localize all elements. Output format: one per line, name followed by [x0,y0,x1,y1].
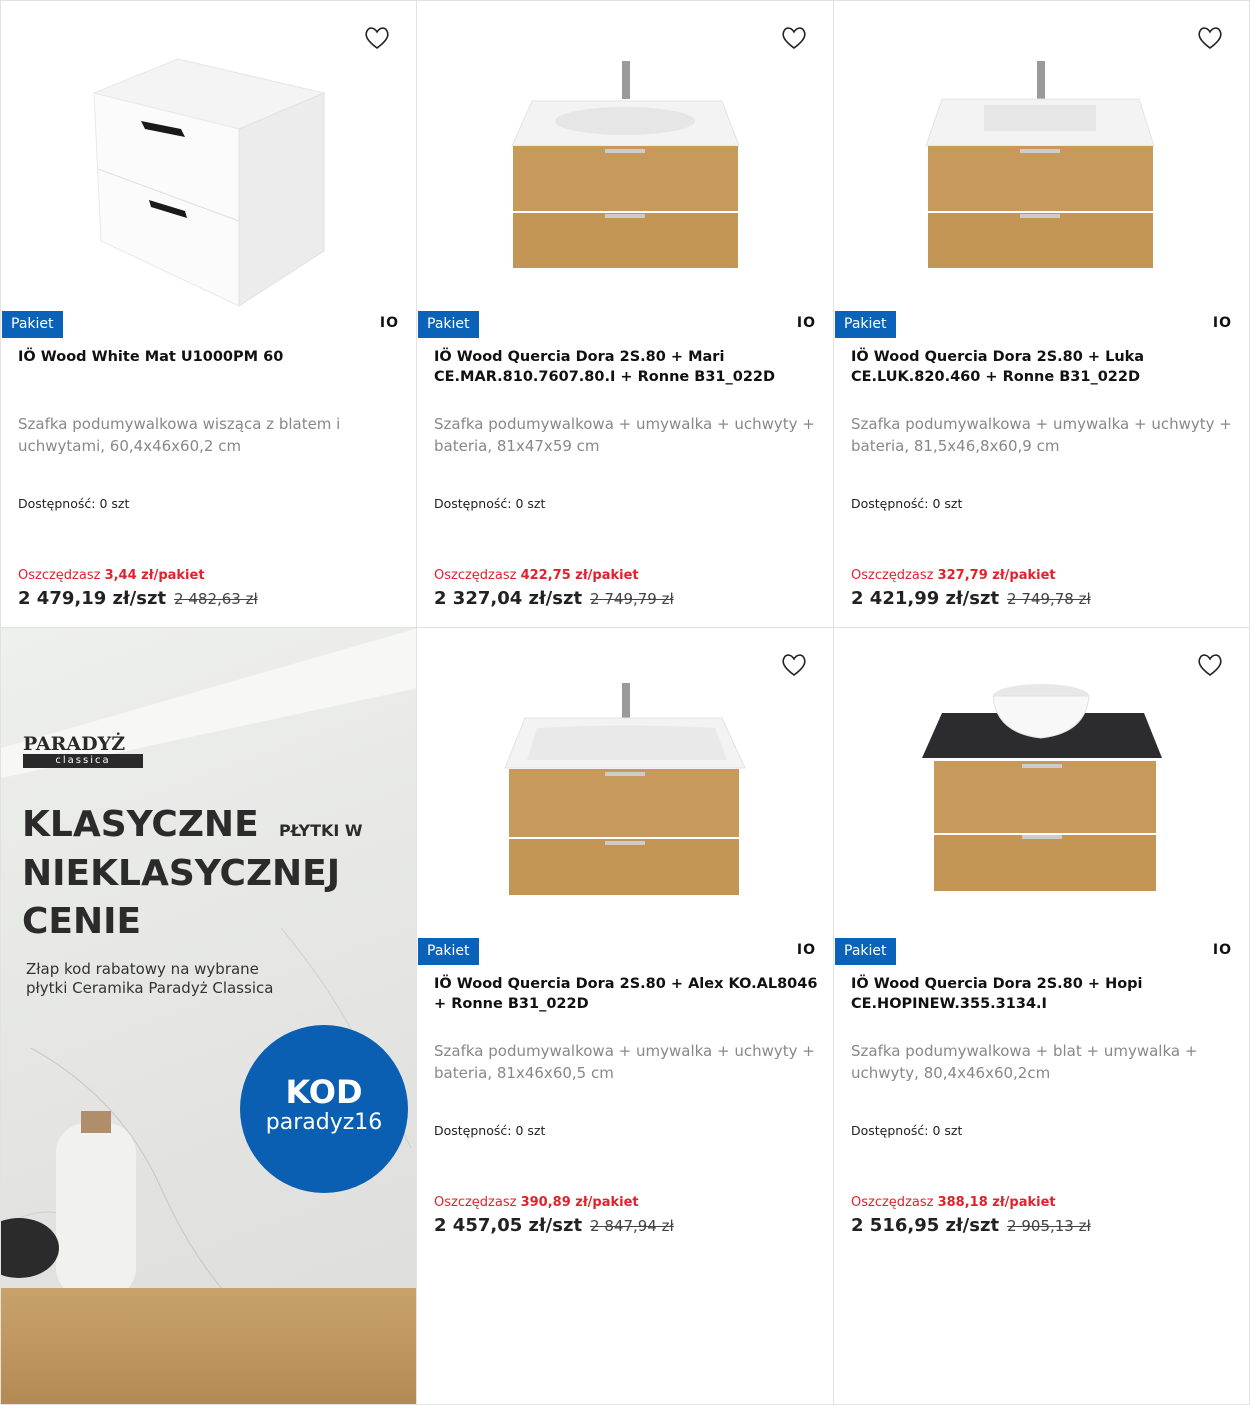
savings-amount: 388,18 zł/pakiet [937,1195,1056,1210]
product-title[interactable]: IÖ Wood Quercia Dora 2S.80 + Hopi CE.HOP… [851,974,1235,1014]
product-title[interactable]: IÖ Wood Quercia Dora 2S.80 + Mari CE.MAR… [434,347,819,387]
old-price: 2 847,94 zł [590,1217,674,1235]
promo-banner[interactable]: PARADYŻ classica KLASYCZNE PŁYTKI W NIEK… [0,627,417,1405]
product-image[interactable] [834,628,1249,938]
savings: Oszczędzasz 327,79 zł/pakiet [851,568,1056,583]
availability: Dostępność: 0 szt [434,1123,545,1138]
savings-label: Oszczędzasz [434,568,517,583]
availability-label: Dostępność: [434,1123,512,1138]
availability-value: 0 szt [99,496,130,511]
availability-value: 0 szt [515,496,546,511]
price: 2 457,05 zł/szt [434,1215,583,1236]
brand-logo: IO [796,942,816,958]
price-row: 2 479,19 zł/szt 2 482,63 zł [18,588,258,609]
paradyz-logo-sub: classica [23,754,143,768]
banner-subtitle: Złap kod rabatowy na wybrane płytki Cera… [26,960,274,997]
banner-headline-2: NIEKLASYCZNEJ [22,853,341,894]
price: 2 327,04 zł/szt [434,588,583,609]
banner-headline-1-small: PŁYTKI W [279,821,363,840]
package-badge: Pakiet [835,311,896,338]
price-row: 2 516,95 zł/szt 2 905,13 zł [851,1215,1091,1236]
savings-amount: 327,79 zł/pakiet [937,568,1056,583]
availability: Dostępność: 0 szt [851,496,962,511]
product-image[interactable] [834,1,1249,311]
brand-logo: IO [1212,942,1232,958]
product-description: Szafka podumywalkowa + umywalka + uchwyt… [434,415,815,455]
product-card[interactable]: Pakiet IO IÖ Wood White Mat U1000PM 60 S… [0,0,417,628]
savings-label: Oszczędzasz [851,1195,934,1210]
price: 2 421,99 zł/szt [851,588,1000,609]
brand-logo: IO [796,315,816,331]
product-grid: Pakiet IO IÖ Wood White Mat U1000PM 60 S… [0,0,1250,1405]
availability: Dostępność: 0 szt [18,496,129,511]
availability-label: Dostępność: [434,496,512,511]
savings-amount: 422,75 zł/pakiet [520,568,639,583]
price-row: 2 327,04 zł/szt 2 749,79 zł [434,588,674,609]
availability-value: 0 szt [932,1123,963,1138]
savings: Oszczędzasz 388,18 zł/pakiet [851,1195,1056,1210]
availability-value: 0 szt [515,1123,546,1138]
product-title[interactable]: IÖ Wood Quercia Dora 2S.80 + Alex KO.AL8… [434,974,819,1014]
promo-code-label: KOD [285,1073,363,1111]
savings-label: Oszczędzasz [434,1195,517,1210]
savings-label: Oszczędzasz [18,568,101,583]
wood-shelf [1,1288,416,1404]
price-row: 2 457,05 zł/szt 2 847,94 zł [434,1215,674,1236]
price: 2 516,95 zł/szt [851,1215,1000,1236]
product-image[interactable] [1,1,416,311]
product-description: Szafka podumywalkowa wisząca z blatem i … [18,415,341,455]
availability: Dostępność: 0 szt [434,496,545,511]
product-title[interactable]: IÖ Wood White Mat U1000PM 60 [18,347,402,367]
package-badge: Pakiet [418,311,479,338]
savings: Oszczędzasz 3,44 zł/pakiet [18,568,205,583]
old-price: 2 749,78 zł [1007,590,1091,608]
old-price: 2 749,79 zł [590,590,674,608]
price: 2 479,19 zł/szt [18,588,167,609]
package-badge: Pakiet [2,311,63,338]
savings-label: Oszczędzasz [851,568,934,583]
product-description: Szafka podumywalkowa + blat + umywalka +… [851,1042,1198,1082]
savings: Oszczędzasz 422,75 zł/pakiet [434,568,639,583]
availability-label: Dostępność: [851,496,929,511]
price-row: 2 421,99 zł/szt 2 749,78 zł [851,588,1091,609]
product-description: Szafka podumywalkowa + umywalka + uchwyt… [851,415,1232,455]
banner-headline-1: KLASYCZNE [22,804,259,845]
product-image[interactable] [417,628,833,938]
product-card[interactable]: Pakiet IO IÖ Wood Quercia Dora 2S.80 + A… [416,627,834,1405]
product-description: Szafka podumywalkowa + umywalka + uchwyt… [434,1042,815,1082]
product-title[interactable]: IÖ Wood Quercia Dora 2S.80 + Luka CE.LUK… [851,347,1235,387]
availability-value: 0 szt [932,496,963,511]
product-card[interactable]: Pakiet IO IÖ Wood Quercia Dora 2S.80 + H… [833,627,1250,1405]
savings: Oszczędzasz 390,89 zł/pakiet [434,1195,639,1210]
availability: Dostępność: 0 szt [851,1123,962,1138]
old-price: 2 482,63 zł [174,590,258,608]
package-badge: Pakiet [418,938,479,965]
savings-amount: 390,89 zł/pakiet [520,1195,639,1210]
banner-headline-3: CENIE [22,901,142,942]
promo-code-circle[interactable]: KOD paradyz16 [240,1025,408,1193]
brand-logo: IO [1212,315,1232,331]
savings-amount: 3,44 zł/pakiet [104,568,205,583]
product-card[interactable]: Pakiet IO IÖ Wood Quercia Dora 2S.80 + L… [833,0,1250,628]
availability-label: Dostępność: [18,496,96,511]
promo-code-value: paradyz16 [265,1110,383,1135]
product-card[interactable]: Pakiet IO IÖ Wood Quercia Dora 2S.80 + M… [416,0,834,628]
availability-label: Dostępność: [851,1123,929,1138]
brand-logo: IO [379,315,399,331]
paradyz-logo: PARADYŻ [23,733,126,755]
package-badge: Pakiet [835,938,896,965]
old-price: 2 905,13 zł [1007,1217,1091,1235]
product-image[interactable] [417,1,833,311]
